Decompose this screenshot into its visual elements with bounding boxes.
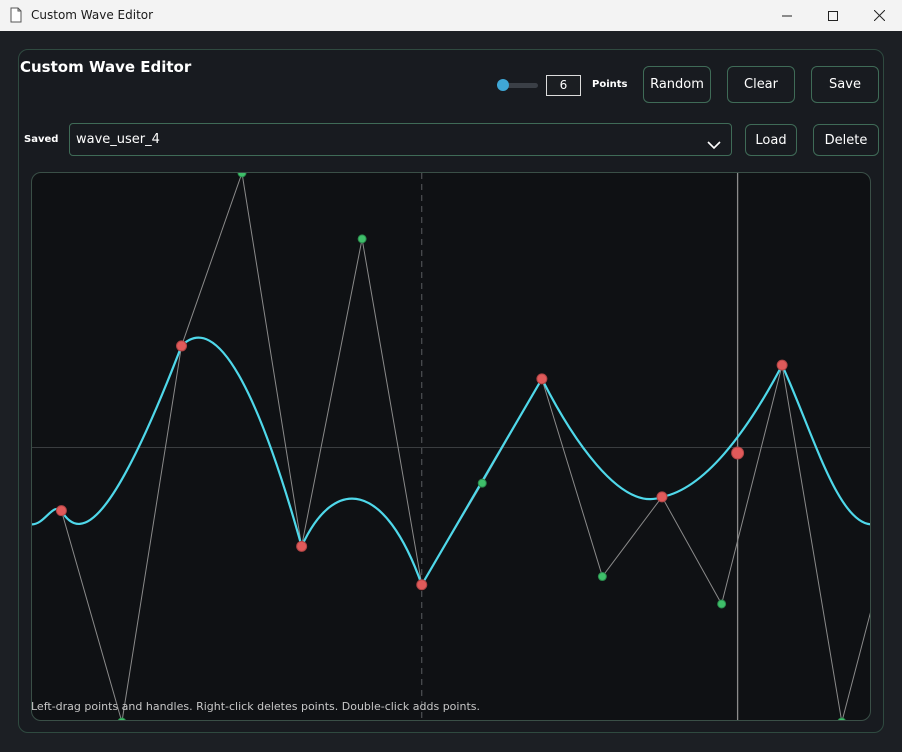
wave-curve [32,336,870,588]
usage-hint: Left-drag points and handles. Right-clic… [31,700,480,713]
playhead-marker [731,446,745,460]
window-title: Custom Wave Editor [31,8,154,22]
chevron-down-icon [707,135,721,154]
handle-point [117,717,126,720]
close-button[interactable] [856,0,902,31]
anchor-point [536,373,548,385]
anchor-point [656,491,668,503]
handle-point [357,234,367,244]
delete-button[interactable]: Delete [813,124,879,156]
minimize-icon [782,15,792,16]
random-button[interactable]: Random [643,66,711,103]
clear-button[interactable]: Clear [727,66,795,103]
maximize-icon [828,10,838,21]
wave-plot[interactable] [32,173,871,721]
document-icon [10,7,22,27]
points-slider-thumb[interactable] [497,79,509,91]
app-title: Custom Wave Editor [20,58,192,76]
handle-point [477,478,487,488]
handle-point [237,173,247,178]
wave-canvas[interactable] [31,172,871,721]
points-input[interactable]: 6 [546,75,581,96]
handle-point [597,572,607,582]
anchor-point [55,505,67,517]
saved-waves-dropdown[interactable]: wave_user_4 [69,123,732,156]
points-label: Points [592,79,628,90]
handle-point [717,599,727,609]
anchor-point [416,579,428,591]
anchor-point [776,359,788,371]
load-button[interactable]: Load [745,124,797,156]
saved-wave-selected: wave_user_4 [76,132,160,147]
handle-point [837,717,846,720]
anchor-point [176,340,188,352]
maximize-button[interactable] [810,0,856,31]
anchor-point [296,540,308,552]
minimize-button[interactable] [764,0,810,31]
save-button[interactable]: Save [811,66,879,103]
title-bar: Custom Wave Editor [0,0,902,31]
close-icon [873,10,885,21]
saved-label: Saved [24,134,59,145]
